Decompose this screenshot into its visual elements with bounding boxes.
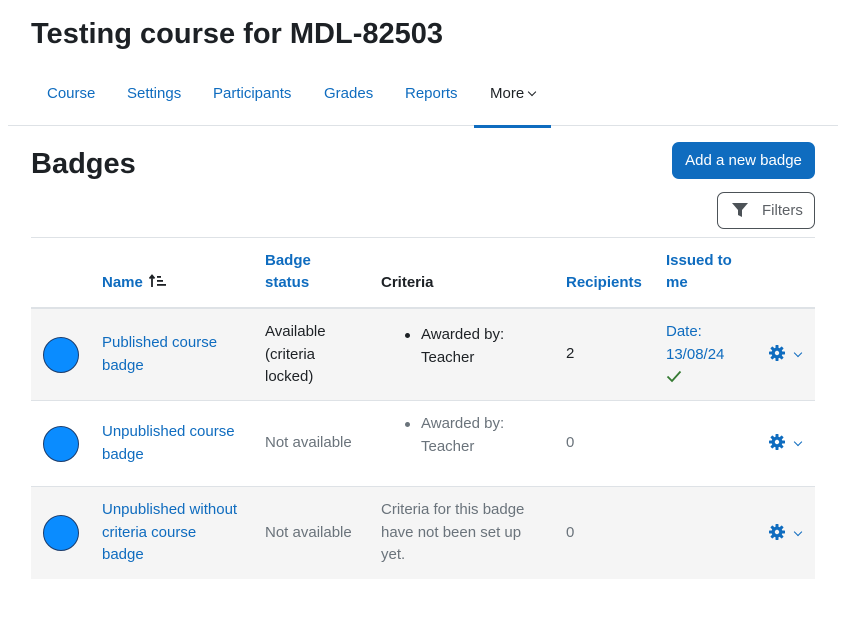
- criteria-line: have not been set up: [381, 523, 522, 541]
- chevron-down-icon: [527, 87, 537, 97]
- badge-status: Available (criteria locked): [265, 321, 326, 389]
- active-tab-indicator: [474, 125, 552, 128]
- criteria-line: Awarded by:: [421, 415, 505, 432]
- table-row: Unpublished course badge Not available A…: [31, 401, 815, 487]
- chevron-down-icon: [793, 348, 803, 358]
- criteria-line: Criteria for this badge: [381, 501, 525, 518]
- badge-image[interactable]: [43, 426, 79, 462]
- recipients-count: 0: [566, 434, 575, 451]
- badge-name-line: badge: [102, 445, 144, 463]
- badge-status: Not available: [265, 524, 352, 541]
- secondary-navigation: Course Settings Participants Grades Repo…: [8, 63, 838, 128]
- column-header-name-label: Name: [102, 274, 143, 291]
- issued-date-line: 13/08/24: [666, 345, 725, 363]
- badge-name-line: badge: [102, 356, 144, 374]
- tab-more[interactable]: More: [474, 63, 552, 128]
- tab-more-label: More: [490, 85, 525, 102]
- badge-criteria: Criteria for this badge have not been se…: [381, 499, 524, 567]
- recipients-count: 2: [566, 345, 575, 362]
- badge-name-link[interactable]: Unpublished course badge: [102, 421, 235, 466]
- criteria-line: Awarded by:: [421, 326, 505, 343]
- filter-funnel-icon: [732, 203, 748, 217]
- filters-button[interactable]: Filters: [717, 192, 815, 229]
- badge-status-line: Available: [265, 323, 326, 340]
- column-header-recipients[interactable]: Recipients: [566, 272, 642, 294]
- tab-participants[interactable]: Participants: [213, 63, 291, 126]
- course-title: Testing course for MDL-82503: [31, 18, 444, 50]
- criteria-line: yet.: [381, 546, 406, 563]
- badge-actions-menu[interactable]: [769, 345, 809, 365]
- badge-name-line: badge: [102, 546, 144, 563]
- sort-ascending-icon: [148, 274, 167, 287]
- badge-status-line: locked): [265, 368, 314, 385]
- filters-label: Filters: [762, 202, 803, 219]
- badge-name-link[interactable]: Unpublished without criteria course badg…: [102, 499, 237, 567]
- gear-icon: [769, 434, 785, 450]
- badge-name-line: Unpublished without: [102, 501, 238, 518]
- tab-course[interactable]: Course: [47, 63, 95, 126]
- column-header-issued-to-me[interactable]: Issued to me: [666, 250, 732, 294]
- badge-name-line: criteria course: [102, 523, 197, 541]
- badges-table: Name Badge status Criteria Recipients Is…: [31, 237, 815, 579]
- column-header-name[interactable]: Name: [102, 272, 167, 294]
- chevron-down-icon: [793, 437, 803, 447]
- table-row: Published course badge Available (criter…: [31, 309, 815, 401]
- badge-image[interactable]: [43, 515, 79, 551]
- badge-status-line: (criteria: [265, 345, 316, 363]
- badge-actions-menu[interactable]: [769, 434, 809, 454]
- chevron-down-icon: [793, 527, 803, 537]
- issued-date-line: Date:: [666, 323, 702, 340]
- recipients-count: 0: [566, 524, 575, 541]
- column-header-status-line: status: [265, 274, 310, 291]
- badge-name-line: Unpublished course: [102, 423, 235, 440]
- add-new-badge-button[interactable]: Add a new badge: [672, 142, 815, 179]
- column-header-issued-line: me: [666, 274, 688, 291]
- badge-name-line: Published course: [102, 334, 218, 351]
- badge-image[interactable]: [43, 337, 79, 373]
- column-header-badge-status[interactable]: Badge status: [265, 250, 311, 294]
- column-header-status-line: Badge: [265, 252, 311, 269]
- table-header: Name Badge status Criteria Recipients Is…: [31, 237, 815, 309]
- badge-status: Not available: [265, 434, 352, 451]
- table-row: Unpublished without criteria course badg…: [31, 487, 815, 579]
- issued-date: Date: 13/08/24: [666, 321, 724, 383]
- column-header-issued-line: Issued to: [666, 252, 732, 269]
- badge-actions-menu[interactable]: [769, 524, 809, 544]
- tab-reports[interactable]: Reports: [405, 63, 458, 126]
- gear-icon: [769, 345, 785, 361]
- page-heading: Badges: [31, 148, 136, 180]
- gear-icon: [769, 524, 785, 540]
- tab-grades[interactable]: Grades: [324, 63, 373, 126]
- checkmark-icon: [666, 370, 682, 383]
- badge-name-link[interactable]: Published course badge: [102, 332, 217, 377]
- column-header-criteria: Criteria: [381, 274, 434, 291]
- tab-settings[interactable]: Settings: [127, 63, 181, 126]
